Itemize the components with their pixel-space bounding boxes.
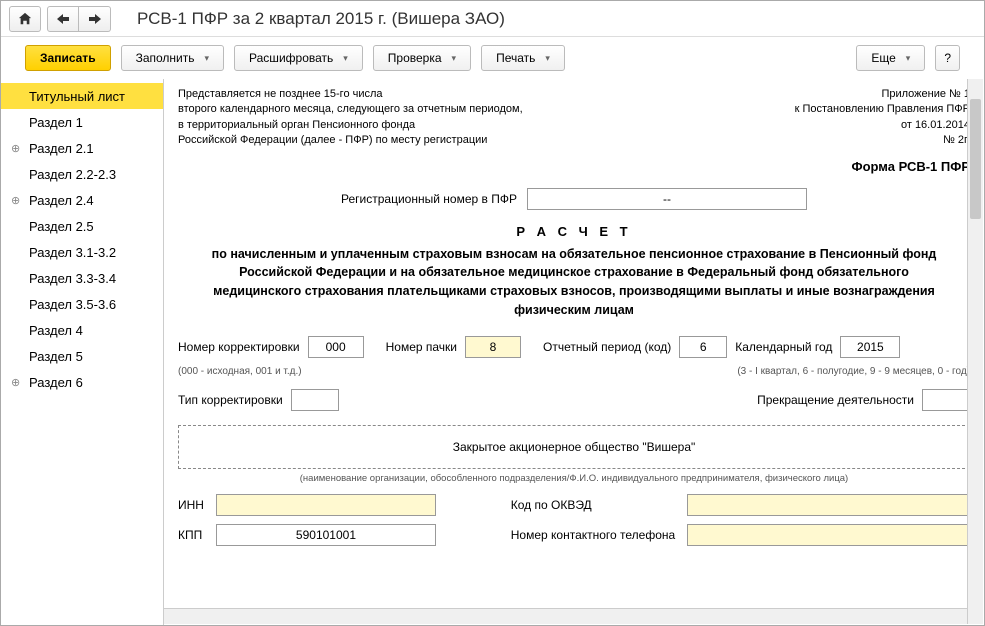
sidebar: Титульный лист Раздел 1 Раздел 2.1 Разде…	[1, 79, 163, 625]
termination-field[interactable]	[922, 389, 970, 411]
org-hint: (наименование организации, обособленного…	[178, 473, 970, 484]
period-label: Отчетный период (код)	[543, 340, 671, 354]
correction-label: Номер корректировки	[178, 340, 300, 354]
appendix-line: к Постановлению Правления ПФР	[795, 102, 970, 117]
content: Представляется не позднее 15-го числа вт…	[163, 79, 984, 625]
vertical-scrollbar[interactable]	[967, 79, 983, 624]
reg-number-field[interactable]: --	[527, 188, 807, 210]
pack-label: Номер пачки	[386, 340, 457, 354]
intro-line: второго календарного месяца, следующего …	[178, 102, 523, 117]
appendix-line: Приложение № 1	[795, 87, 970, 102]
phone-field[interactable]	[687, 524, 970, 546]
sidebar-item-section-5[interactable]: Раздел 5	[1, 343, 163, 369]
sidebar-item-section-4[interactable]: Раздел 4	[1, 317, 163, 343]
sidebar-item-section-3-1-3-2[interactable]: Раздел 3.1-3.2	[1, 239, 163, 265]
top-bar: РСВ-1 ПФР за 2 квартал 2015 г. (Вишера З…	[1, 1, 984, 37]
more-button[interactable]: Еще	[856, 45, 925, 71]
intro-line: Представляется не позднее 15-го числа	[178, 87, 523, 102]
nav-group	[47, 6, 111, 32]
intro-line: в территориальный орган Пенсионного фонд…	[178, 118, 523, 133]
pack-field[interactable]: 8	[465, 336, 521, 358]
okved-label: Код по ОКВЭД	[511, 498, 675, 512]
correction-hint: (000 - исходная, 001 и т.д.)	[178, 366, 302, 377]
fill-button[interactable]: Заполнить	[121, 45, 224, 71]
intro-line: Российской Федерации (далее - ПФР) по ме…	[178, 133, 523, 148]
period-hint: (3 - I квартал, 6 - полугодие, 9 - 9 мес…	[737, 366, 970, 377]
back-button[interactable]	[47, 6, 79, 32]
horizontal-scrollbar[interactable]	[164, 608, 967, 624]
form-code: Форма РСВ-1 ПФР	[178, 159, 970, 174]
sidebar-item-section-2-4[interactable]: Раздел 2.4	[1, 187, 163, 213]
inn-label: ИНН	[178, 498, 204, 512]
appendix-line: № 2п	[795, 133, 970, 148]
appendix-line: от 16.01.2014	[795, 118, 970, 133]
sidebar-item-section-1[interactable]: Раздел 1	[1, 109, 163, 135]
period-field[interactable]: 6	[679, 336, 727, 358]
sidebar-item-section-2-2-2-3[interactable]: Раздел 2.2-2.3	[1, 161, 163, 187]
decode-button[interactable]: Расшифровать	[234, 45, 363, 71]
intro-text: Представляется не позднее 15-го числа вт…	[178, 87, 523, 149]
corr-type-label: Тип корректировки	[178, 393, 283, 407]
print-button[interactable]: Печать	[481, 45, 565, 71]
toolbar: Записать Заполнить Расшифровать Проверка…	[1, 37, 984, 79]
year-field[interactable]: 2015	[840, 336, 900, 358]
kpp-field[interactable]: 590101001	[216, 524, 436, 546]
sidebar-item-title-page[interactable]: Титульный лист	[1, 83, 163, 109]
save-button[interactable]: Записать	[25, 45, 111, 71]
year-label: Календарный год	[735, 340, 832, 354]
scroll-thumb[interactable]	[970, 99, 981, 219]
home-button[interactable]	[9, 6, 41, 32]
forward-button[interactable]	[79, 6, 111, 32]
sidebar-item-section-2-1[interactable]: Раздел 2.1	[1, 135, 163, 161]
inn-field[interactable]	[216, 494, 436, 516]
page-title: РСВ-1 ПФР за 2 квартал 2015 г. (Вишера З…	[137, 9, 505, 29]
termination-label: Прекращение деятельности	[757, 393, 914, 407]
appendix-text: Приложение № 1 к Постановлению Правления…	[795, 87, 970, 149]
calc-description: по начисленным и уплаченным страховым вз…	[178, 245, 970, 320]
phone-label: Номер контактного телефона	[511, 528, 675, 542]
org-name-block[interactable]: Закрытое акционерное общество "Вишера"	[178, 425, 970, 469]
sidebar-item-section-2-5[interactable]: Раздел 2.5	[1, 213, 163, 239]
correction-field[interactable]: 000	[308, 336, 364, 358]
help-button[interactable]: ?	[935, 45, 960, 71]
okved-field[interactable]	[687, 494, 970, 516]
reg-label: Регистрационный номер в ПФР	[341, 192, 517, 206]
check-button[interactable]: Проверка	[373, 45, 471, 71]
corr-type-field[interactable]	[291, 389, 339, 411]
sidebar-item-section-3-5-3-6[interactable]: Раздел 3.5-3.6	[1, 291, 163, 317]
kpp-label: КПП	[178, 528, 204, 542]
sidebar-item-section-3-3-3-4[interactable]: Раздел 3.3-3.4	[1, 265, 163, 291]
calc-title: Р А С Ч Е Т	[178, 224, 970, 239]
sidebar-item-section-6[interactable]: Раздел 6	[1, 369, 163, 395]
main-area: Титульный лист Раздел 1 Раздел 2.1 Разде…	[1, 79, 984, 625]
